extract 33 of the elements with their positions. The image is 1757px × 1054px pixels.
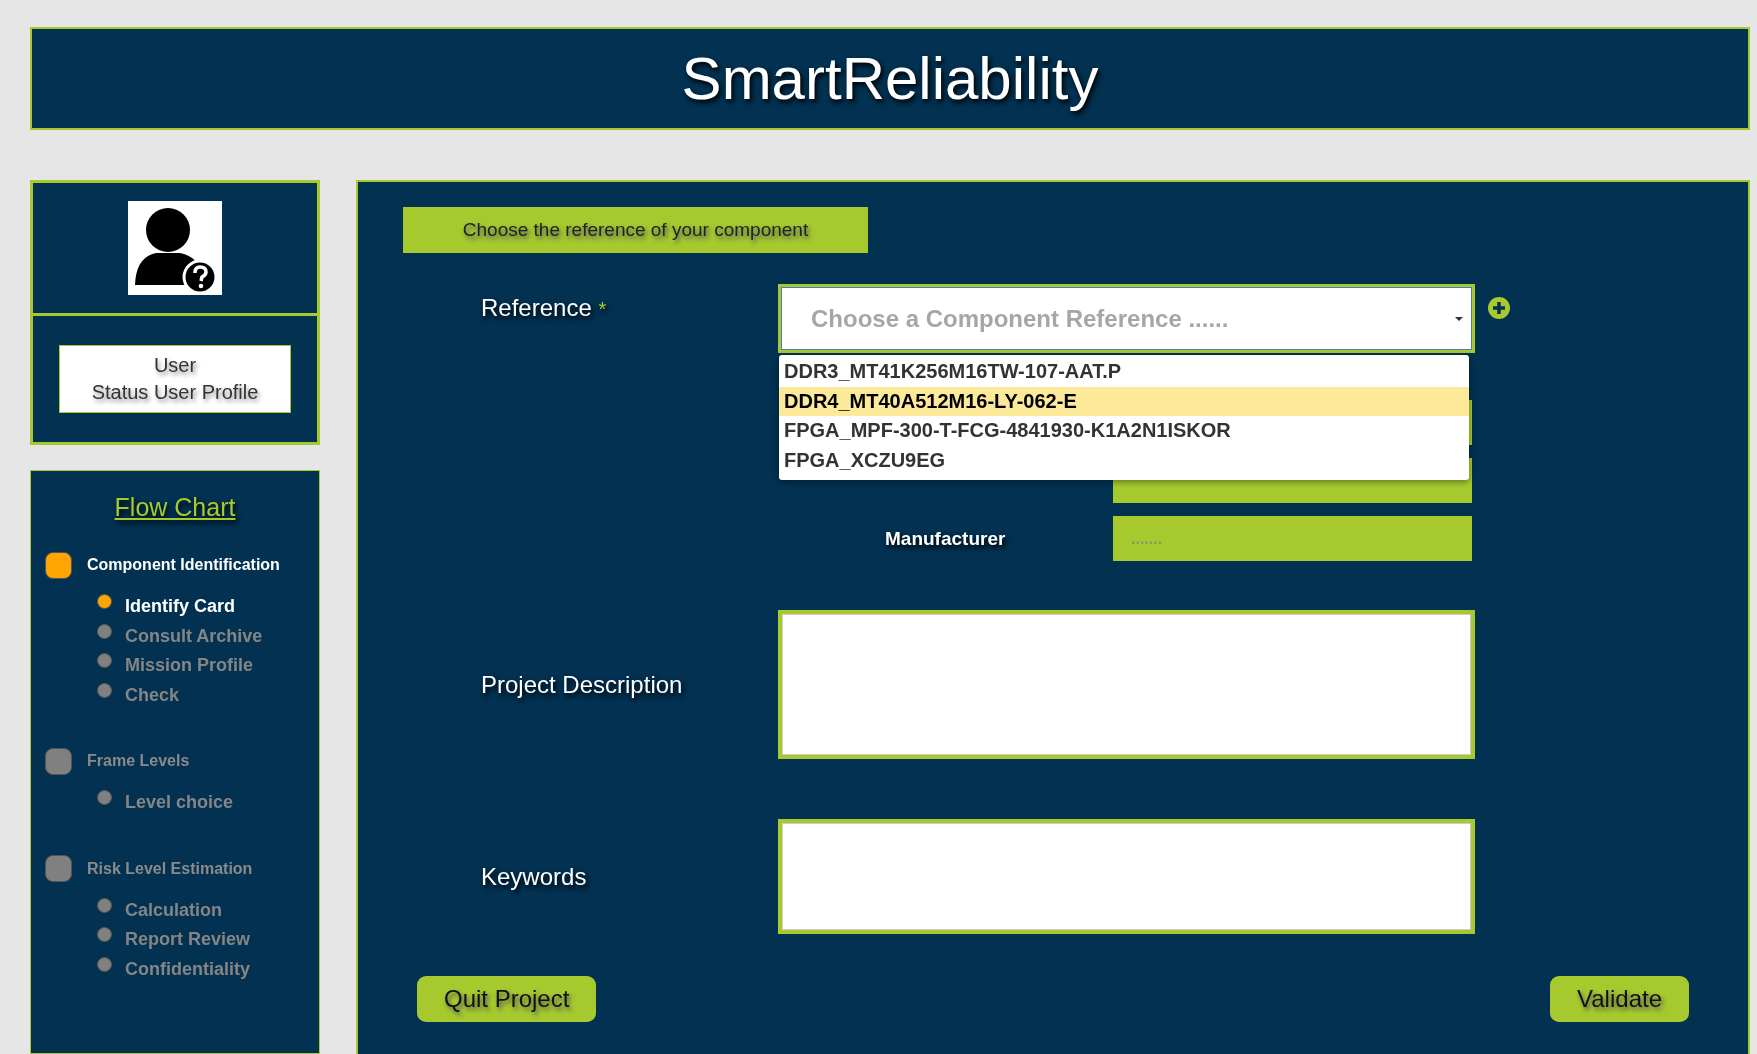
caret-icon [1454,315,1464,322]
flow-chart-link[interactable]: Flow Chart [45,493,319,522]
keywords-field[interactable] [778,819,1475,934]
quit-project-button[interactable]: Quit Project [417,976,597,1022]
user-avatar-icon [128,201,222,295]
app-title: SmartReliability [681,44,1099,113]
manufacturer-label: Manufacturer [885,527,1006,550]
substep-link[interactable]: Identify Card [125,596,235,618]
substep-link[interactable]: Calculation [125,899,222,921]
reference-label: Reference * [481,294,608,322]
step-label: Frame Levels [87,752,190,770]
add-icon[interactable] [1487,296,1511,320]
user-name: User [153,353,197,378]
substep-link[interactable]: Report Review [125,929,251,951]
keywords-label: Keywords [481,862,588,891]
step-label: Component Identification [87,556,280,574]
section-label: Choose the reference of your component [403,207,868,253]
substep-link[interactable]: Mission Profile [125,655,254,677]
validate-button[interactable]: Validate [1550,976,1689,1022]
dropdown-option[interactable]: FPGA_MPF-300-T-FCG-4841930-K1A2N1ISKOR [779,416,1469,446]
substep-link[interactable]: Level choice [125,792,234,814]
project-description-field[interactable] [778,610,1475,759]
substep-link[interactable]: Confidentiality [125,958,250,980]
project-description-label: Project Description [481,670,684,699]
required-mark: * [598,298,607,320]
substep-link[interactable]: Check [125,684,180,706]
user-status: Status User Profile [91,380,259,405]
dropdown-option[interactable]: FPGA_XCZU9EG [779,445,1469,475]
manufacturer-field[interactable]: ....... [1113,516,1472,561]
step-label: Risk Level Estimation [87,859,253,878]
dropdown-option[interactable]: DDR3_MT41K256M16TW-107-AAT.P [779,357,1469,387]
substep-link[interactable]: Consult Archive [125,625,263,647]
dropdown-option[interactable]: DDR4_MT40A512M16-LY-062-E [779,386,1469,416]
